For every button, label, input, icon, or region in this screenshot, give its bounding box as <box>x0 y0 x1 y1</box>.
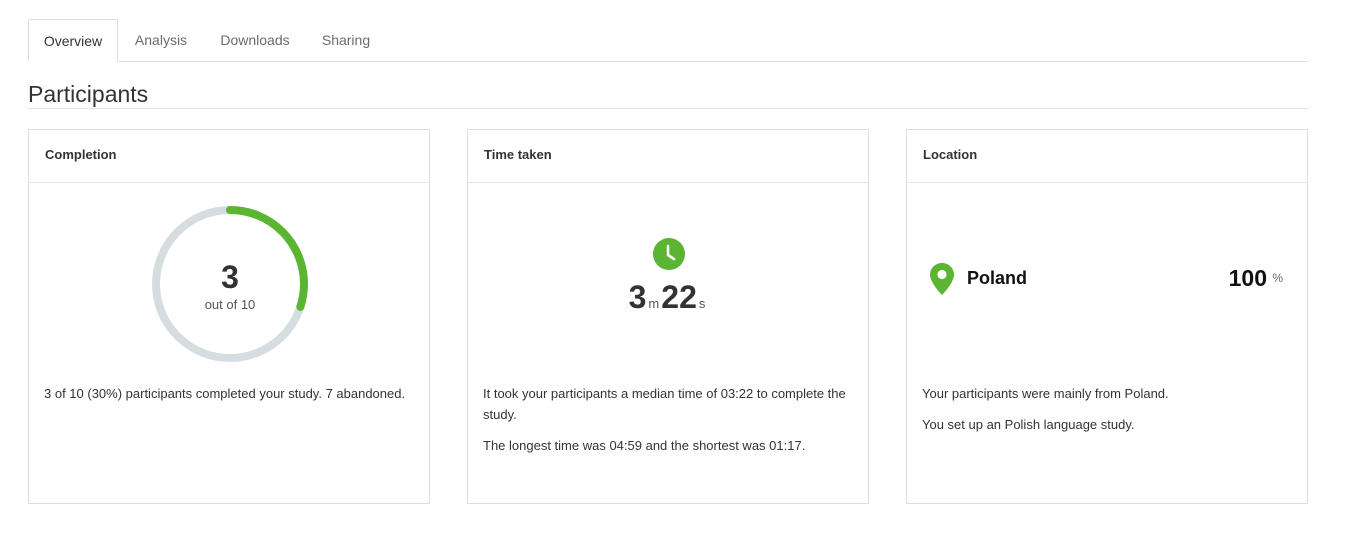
time-minutes: 3 <box>628 279 647 315</box>
completion-card: Completion 3 out of 10 3 of 10 (30%) par… <box>28 129 430 504</box>
time-taken-header: Time taken <box>468 130 868 183</box>
completion-body: 3 out of 10 3 of 10 (30%) participants c… <box>29 183 429 504</box>
location-text-1: Your participants were mainly from Polan… <box>922 386 1169 401</box>
location-body: Poland 100 % Your participants were main… <box>907 183 1307 504</box>
tab-overview[interactable]: Overview <box>28 19 118 62</box>
location-header: Location <box>907 130 1307 183</box>
location-text-2: You set up an Polish language study. <box>922 417 1135 432</box>
clock-icon <box>653 238 685 270</box>
page: Overview Analysis Downloads Sharing Part… <box>0 0 1351 534</box>
completion-out-of: out of 10 <box>204 297 256 312</box>
time-taken-text-2: The longest time was 04:59 and the short… <box>483 438 806 453</box>
time-seconds: 22 <box>661 279 697 315</box>
location-percent-sign: % <box>1272 271 1283 285</box>
completion-count: 3 <box>221 259 239 295</box>
tab-analysis[interactable]: Analysis <box>124 19 198 62</box>
section-divider <box>28 108 1308 109</box>
location-percent: 100 <box>1228 265 1267 291</box>
tab-sharing[interactable]: Sharing <box>312 19 380 62</box>
tab-downloads[interactable]: Downloads <box>208 19 302 62</box>
time-taken-card: Time taken 3 m22 s It took your participan… <box>467 129 869 504</box>
time-taken-body: 3 m22 s It took your participants a median… <box>468 183 868 504</box>
time-minutes-unit: m <box>648 296 660 311</box>
location-pin-icon <box>930 263 954 295</box>
time-taken-text-1: It took your participants a median time … <box>483 386 846 422</box>
time-seconds-unit: s <box>698 296 706 311</box>
completion-summary: 3 of 10 (30%) participants completed you… <box>44 386 406 401</box>
location-country: Poland <box>967 268 1028 288</box>
median-time: 3 m22 s <box>468 279 868 316</box>
completion-header: Completion <box>29 130 429 183</box>
section-title: Participants <box>28 81 149 107</box>
location-card: Location Poland 100 % Your participants … <box>906 129 1308 504</box>
tab-bar: Overview Analysis Downloads Sharing <box>28 19 1308 62</box>
